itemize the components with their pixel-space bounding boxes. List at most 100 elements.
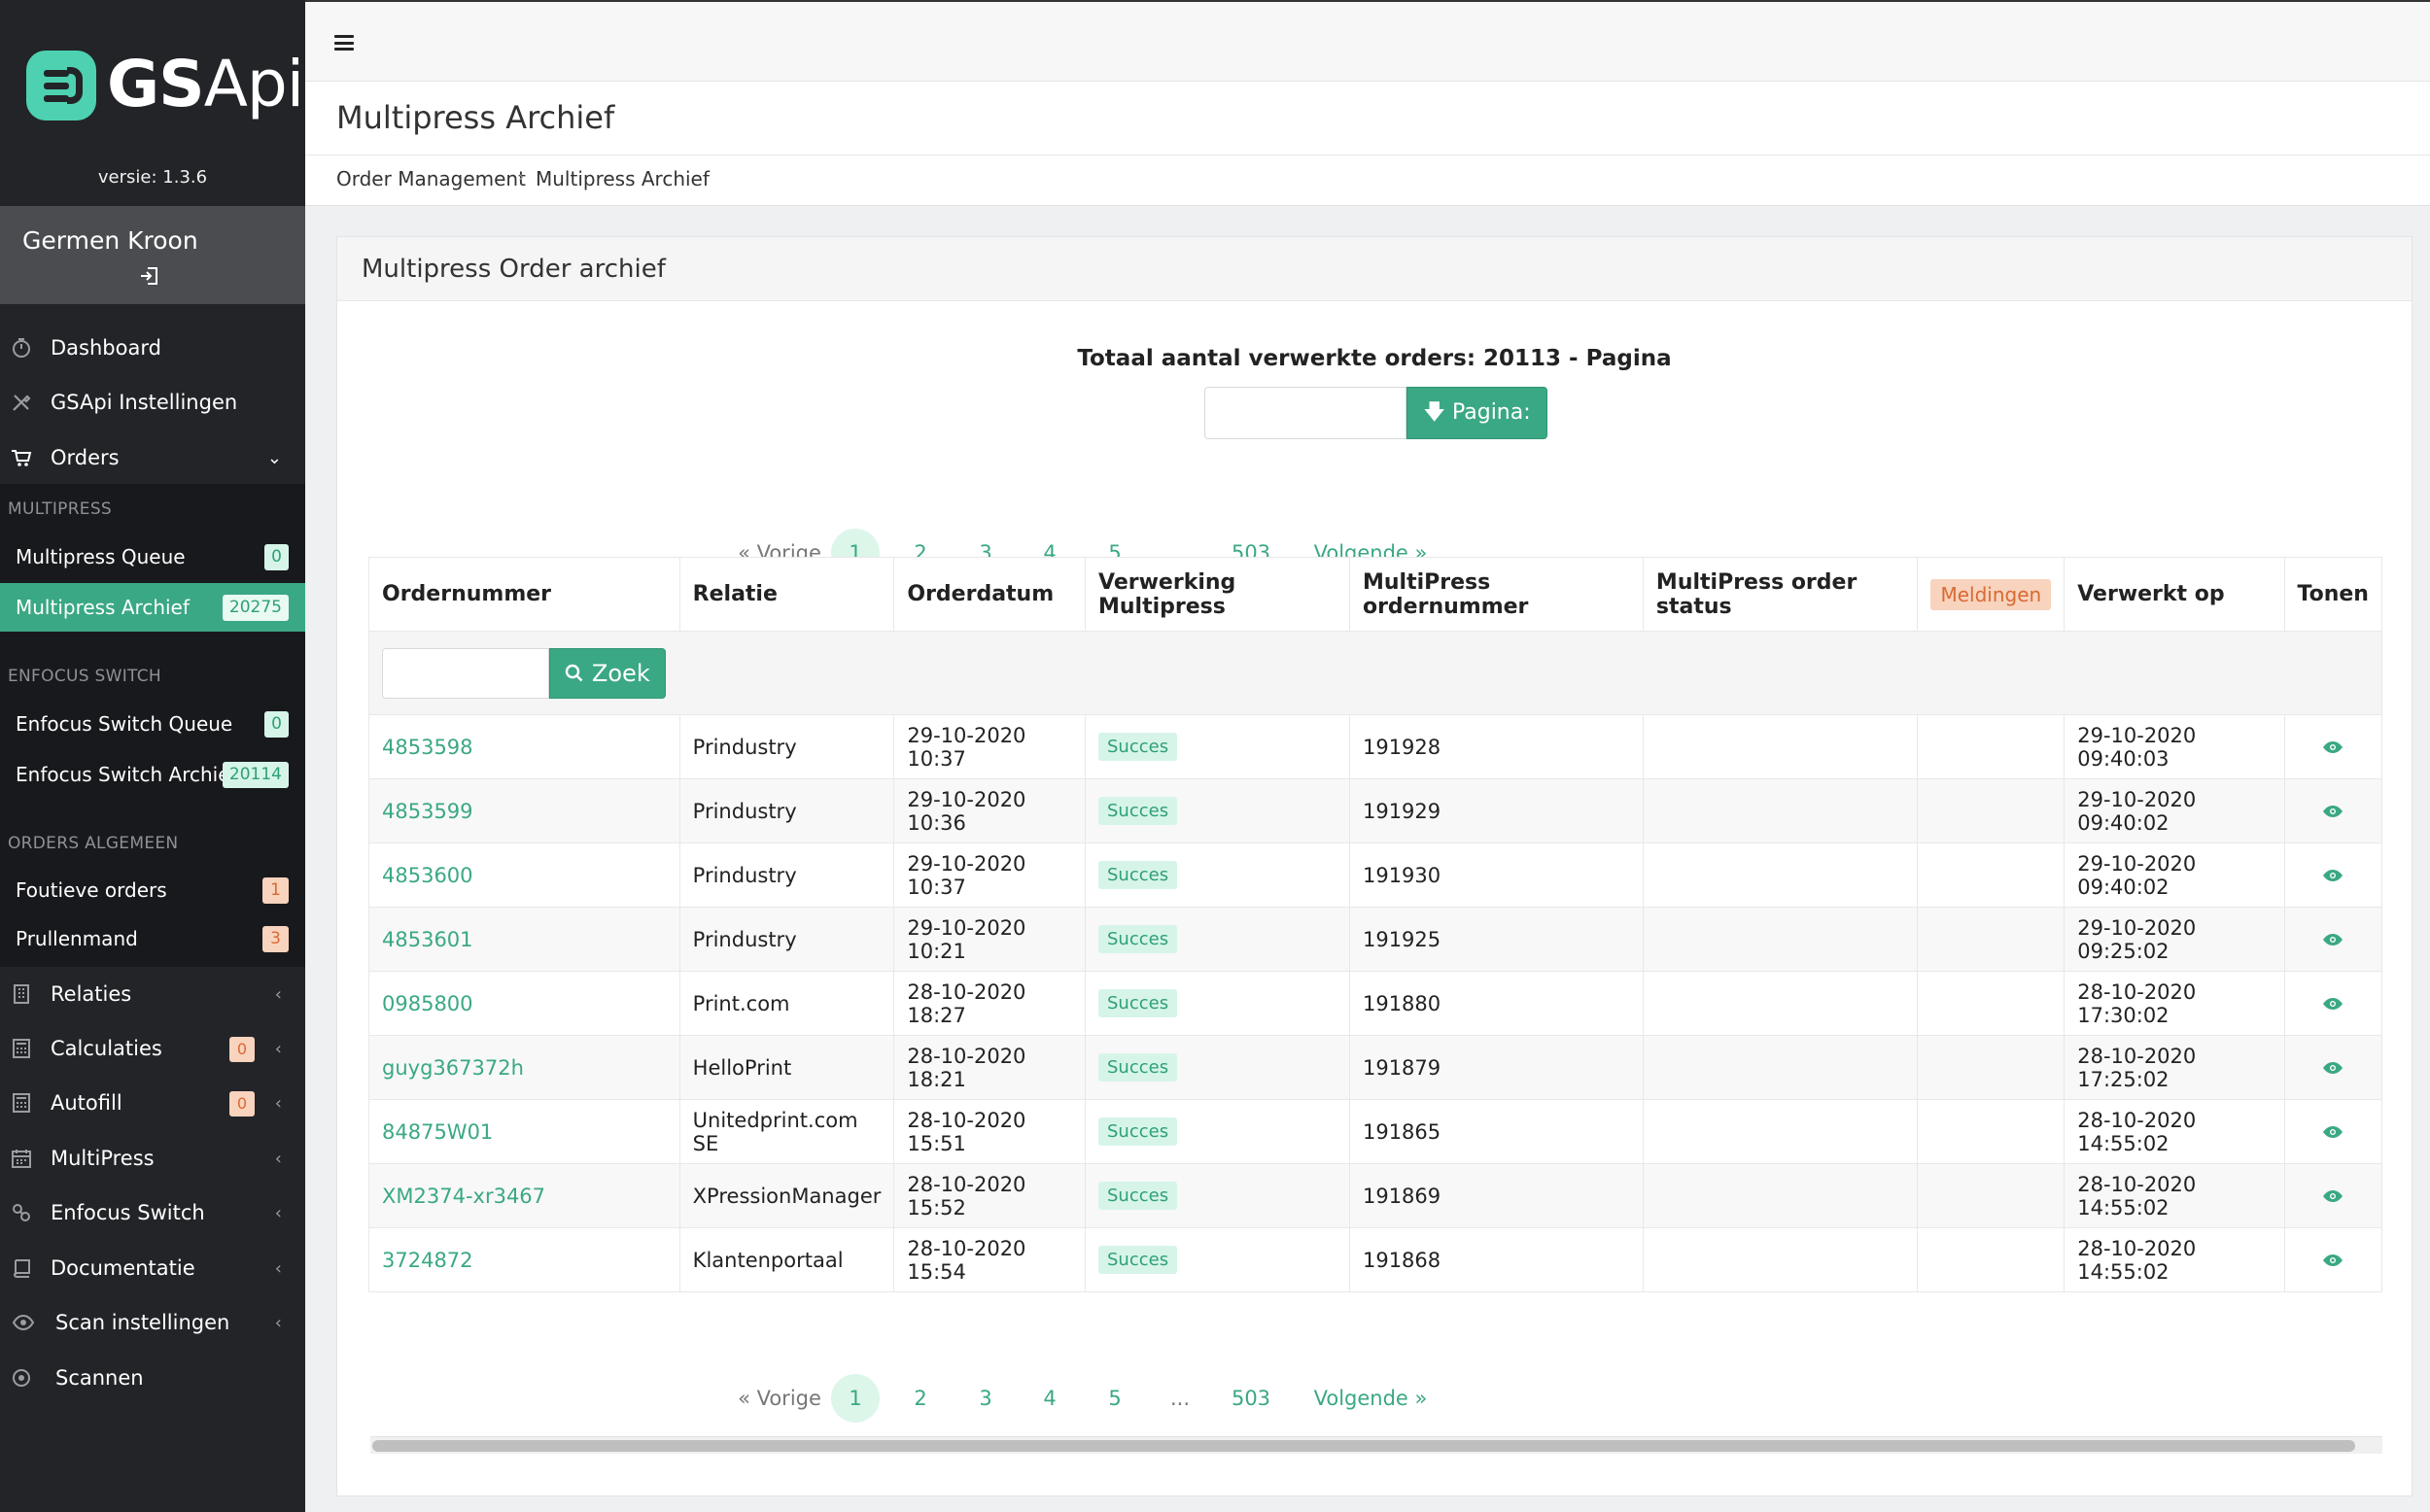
chevron-left-icon: ‹ bbox=[274, 1257, 282, 1279]
goto-page-button[interactable]: 🡇 Pagina: bbox=[1406, 387, 1547, 439]
pagination-page-3[interactable]: 3 bbox=[961, 1374, 1010, 1423]
orders-submenu: MULTIPRESS Multipress Queue 0 Multipress… bbox=[0, 484, 305, 967]
pagination-page-2[interactable]: 2 bbox=[896, 1374, 945, 1423]
sidebar-item-label: Relaties bbox=[51, 982, 132, 1006]
sidebar-item-calculaties[interactable]: Calculaties 0 ‹ bbox=[0, 1021, 305, 1076]
order-link[interactable]: 3724872 bbox=[382, 1249, 473, 1272]
cell-tonen[interactable] bbox=[2283, 1035, 2383, 1100]
view-eye-icon[interactable] bbox=[2322, 1249, 2343, 1272]
cell-tonen[interactable] bbox=[2283, 971, 2383, 1036]
table-row: 4853601 Prindustry 29-10-2020 10:21 Succes 1… bbox=[368, 907, 2383, 972]
cell-tonen[interactable] bbox=[2283, 714, 2383, 779]
pagination-prev[interactable]: « Vorige bbox=[736, 1374, 823, 1423]
sidebar-item-gsapi-instellingen[interactable]: GSApi Instellingen bbox=[0, 375, 305, 430]
cell-ordernummer[interactable]: 4853601 bbox=[368, 907, 680, 972]
cell-verwerking: Succes bbox=[1085, 842, 1350, 908]
sidebar-item-orders[interactable]: Orders ⌄ bbox=[0, 430, 305, 485]
cell-tonen[interactable] bbox=[2283, 1163, 2383, 1228]
column-header-mp-status[interactable]: MultiPress order status bbox=[1642, 557, 1919, 632]
column-header-verwerkt-op[interactable]: Verwerkt op bbox=[2064, 557, 2285, 632]
sidebar-item-label: Enfocus Switch Archief bbox=[16, 763, 237, 786]
sidebar-item-label: Autofill bbox=[51, 1091, 122, 1115]
sidebar: GSApi versie: 1.3.6 Germen Kroon Dashboa… bbox=[0, 0, 305, 1512]
order-link[interactable]: 0985800 bbox=[382, 992, 473, 1015]
search-button[interactable]: Zoek bbox=[549, 647, 666, 699]
view-eye-icon[interactable] bbox=[2322, 736, 2343, 759]
sidebar-item-multipress-archief[interactable]: Multipress Archief 20275 bbox=[0, 583, 305, 632]
sidebar-item-scan-instellingen[interactable]: Scan instellingen ‹ bbox=[0, 1295, 305, 1350]
view-eye-icon[interactable] bbox=[2322, 1120, 2343, 1144]
pagination-page-last[interactable]: 503 bbox=[1222, 1374, 1280, 1423]
cell-tonen[interactable] bbox=[2283, 1227, 2383, 1292]
view-eye-icon[interactable] bbox=[2322, 800, 2343, 823]
sidebar-item-multipress[interactable]: MultiPress ‹ bbox=[0, 1131, 305, 1186]
cell-verwerking: Succes bbox=[1085, 1227, 1350, 1292]
cell-ordernummer[interactable]: 3724872 bbox=[368, 1227, 680, 1292]
cell-tonen[interactable] bbox=[2283, 842, 2383, 908]
order-link[interactable]: guyg367372h bbox=[382, 1056, 524, 1080]
order-search-input[interactable] bbox=[382, 647, 549, 699]
sidebar-item-dashboard[interactable]: Dashboard bbox=[0, 321, 305, 375]
pagination-page-5[interactable]: 5 bbox=[1091, 1374, 1139, 1423]
breadcrumb-order-management[interactable]: Order Management bbox=[336, 167, 526, 190]
cell-ordernummer[interactable]: 0985800 bbox=[368, 971, 680, 1036]
sidebar-item-enfocus-queue[interactable]: Enfocus Switch Queue 0 bbox=[0, 700, 305, 748]
column-header-verwerking[interactable]: Verwerking Multipress bbox=[1085, 557, 1350, 632]
view-eye-icon[interactable] bbox=[2322, 1056, 2343, 1080]
cell-ordernummer[interactable]: guyg367372h bbox=[368, 1035, 680, 1100]
order-link[interactable]: 4853598 bbox=[382, 736, 473, 759]
page-number-input[interactable] bbox=[1204, 387, 1406, 439]
cell-ordernummer[interactable]: 4853600 bbox=[368, 842, 680, 908]
view-eye-icon[interactable] bbox=[2322, 864, 2343, 887]
cell-mp-ordernummer: 191929 bbox=[1348, 778, 1644, 843]
sidebar-item-label: Prullenmand bbox=[16, 927, 138, 950]
order-link[interactable]: 84875W01 bbox=[382, 1120, 493, 1144]
order-link[interactable]: 4853601 bbox=[382, 928, 473, 951]
top-navbar bbox=[305, 0, 2430, 82]
version-text: versie: 1.3.6 bbox=[97, 167, 208, 188]
view-eye-icon[interactable] bbox=[2322, 1185, 2343, 1208]
cell-ordernummer[interactable]: XM2374-xr3467 bbox=[368, 1163, 680, 1228]
column-header-mp-ordernummer[interactable]: MultiPress ordernummer bbox=[1348, 557, 1644, 632]
cell-orderdatum: 28-10-2020 15:52 bbox=[893, 1163, 1086, 1228]
cell-ordernummer[interactable]: 4853598 bbox=[368, 714, 680, 779]
order-link[interactable]: XM2374-xr3467 bbox=[382, 1185, 545, 1208]
column-header-ordernummer[interactable]: Ordernummer bbox=[368, 557, 680, 632]
sidebar-item-foutieve-orders[interactable]: Foutieve orders 1 bbox=[0, 866, 305, 914]
column-header-relatie[interactable]: Relatie bbox=[678, 557, 895, 632]
cell-tonen[interactable] bbox=[2283, 778, 2383, 843]
menu-toggle-icon[interactable] bbox=[334, 35, 354, 51]
sidebar-item-label: Calculaties bbox=[51, 1037, 162, 1060]
sidebar-item-enfocus-archief[interactable]: Enfocus Switch Archief 20114 bbox=[0, 750, 305, 799]
view-eye-icon[interactable] bbox=[2322, 992, 2343, 1015]
column-header-meldingen[interactable]: Meldingen bbox=[1917, 557, 2066, 632]
total-orders-text: Totaal aantal verwerkte orders: 20113 - … bbox=[1077, 346, 1672, 371]
pagination-page-1[interactable]: 1 bbox=[831, 1374, 880, 1423]
cell-relatie: HelloPrint bbox=[678, 1035, 895, 1100]
sidebar-item-autofill[interactable]: Autofill 0 ‹ bbox=[0, 1076, 305, 1130]
chevron-left-icon: ‹ bbox=[274, 1312, 282, 1333]
sidebar-item-label: Dashboard bbox=[51, 336, 161, 360]
view-eye-icon[interactable] bbox=[2322, 928, 2343, 951]
cell-ordernummer[interactable]: 84875W01 bbox=[368, 1099, 680, 1164]
sidebar-item-enfocus-switch[interactable]: Enfocus Switch ‹ bbox=[0, 1186, 305, 1240]
logout-icon[interactable] bbox=[138, 264, 161, 288]
cell-ordernummer[interactable]: 4853599 bbox=[368, 778, 680, 843]
order-link[interactable]: 4853600 bbox=[382, 864, 473, 887]
chevron-left-icon: ‹ bbox=[274, 1092, 282, 1114]
cell-tonen[interactable] bbox=[2283, 907, 2383, 972]
cell-tonen[interactable] bbox=[2283, 1099, 2383, 1164]
horizontal-scrollbar[interactable] bbox=[370, 1436, 2382, 1454]
cell-meldingen bbox=[1917, 778, 2066, 843]
sidebar-item-documentatie[interactable]: Documentatie ‹ bbox=[0, 1241, 305, 1295]
order-link[interactable]: 4853599 bbox=[382, 800, 473, 823]
pagination-page-4[interactable]: 4 bbox=[1025, 1374, 1074, 1423]
sidebar-item-prullenmand[interactable]: Prullenmand 3 bbox=[0, 914, 305, 963]
sidebar-item-relaties[interactable]: Relaties ‹ bbox=[0, 967, 305, 1021]
sidebar-item-multipress-queue[interactable]: Multipress Queue 0 bbox=[0, 533, 305, 581]
sidebar-item-scannen[interactable]: Scannen bbox=[0, 1351, 305, 1405]
cell-verwerkt-op: 28-10-2020 14:55:02 bbox=[2064, 1227, 2285, 1292]
scrollbar-thumb[interactable] bbox=[372, 1440, 2355, 1452]
column-header-orderdatum[interactable]: Orderdatum bbox=[893, 557, 1086, 632]
pagination-next[interactable]: Volgende » bbox=[1312, 1374, 1429, 1423]
